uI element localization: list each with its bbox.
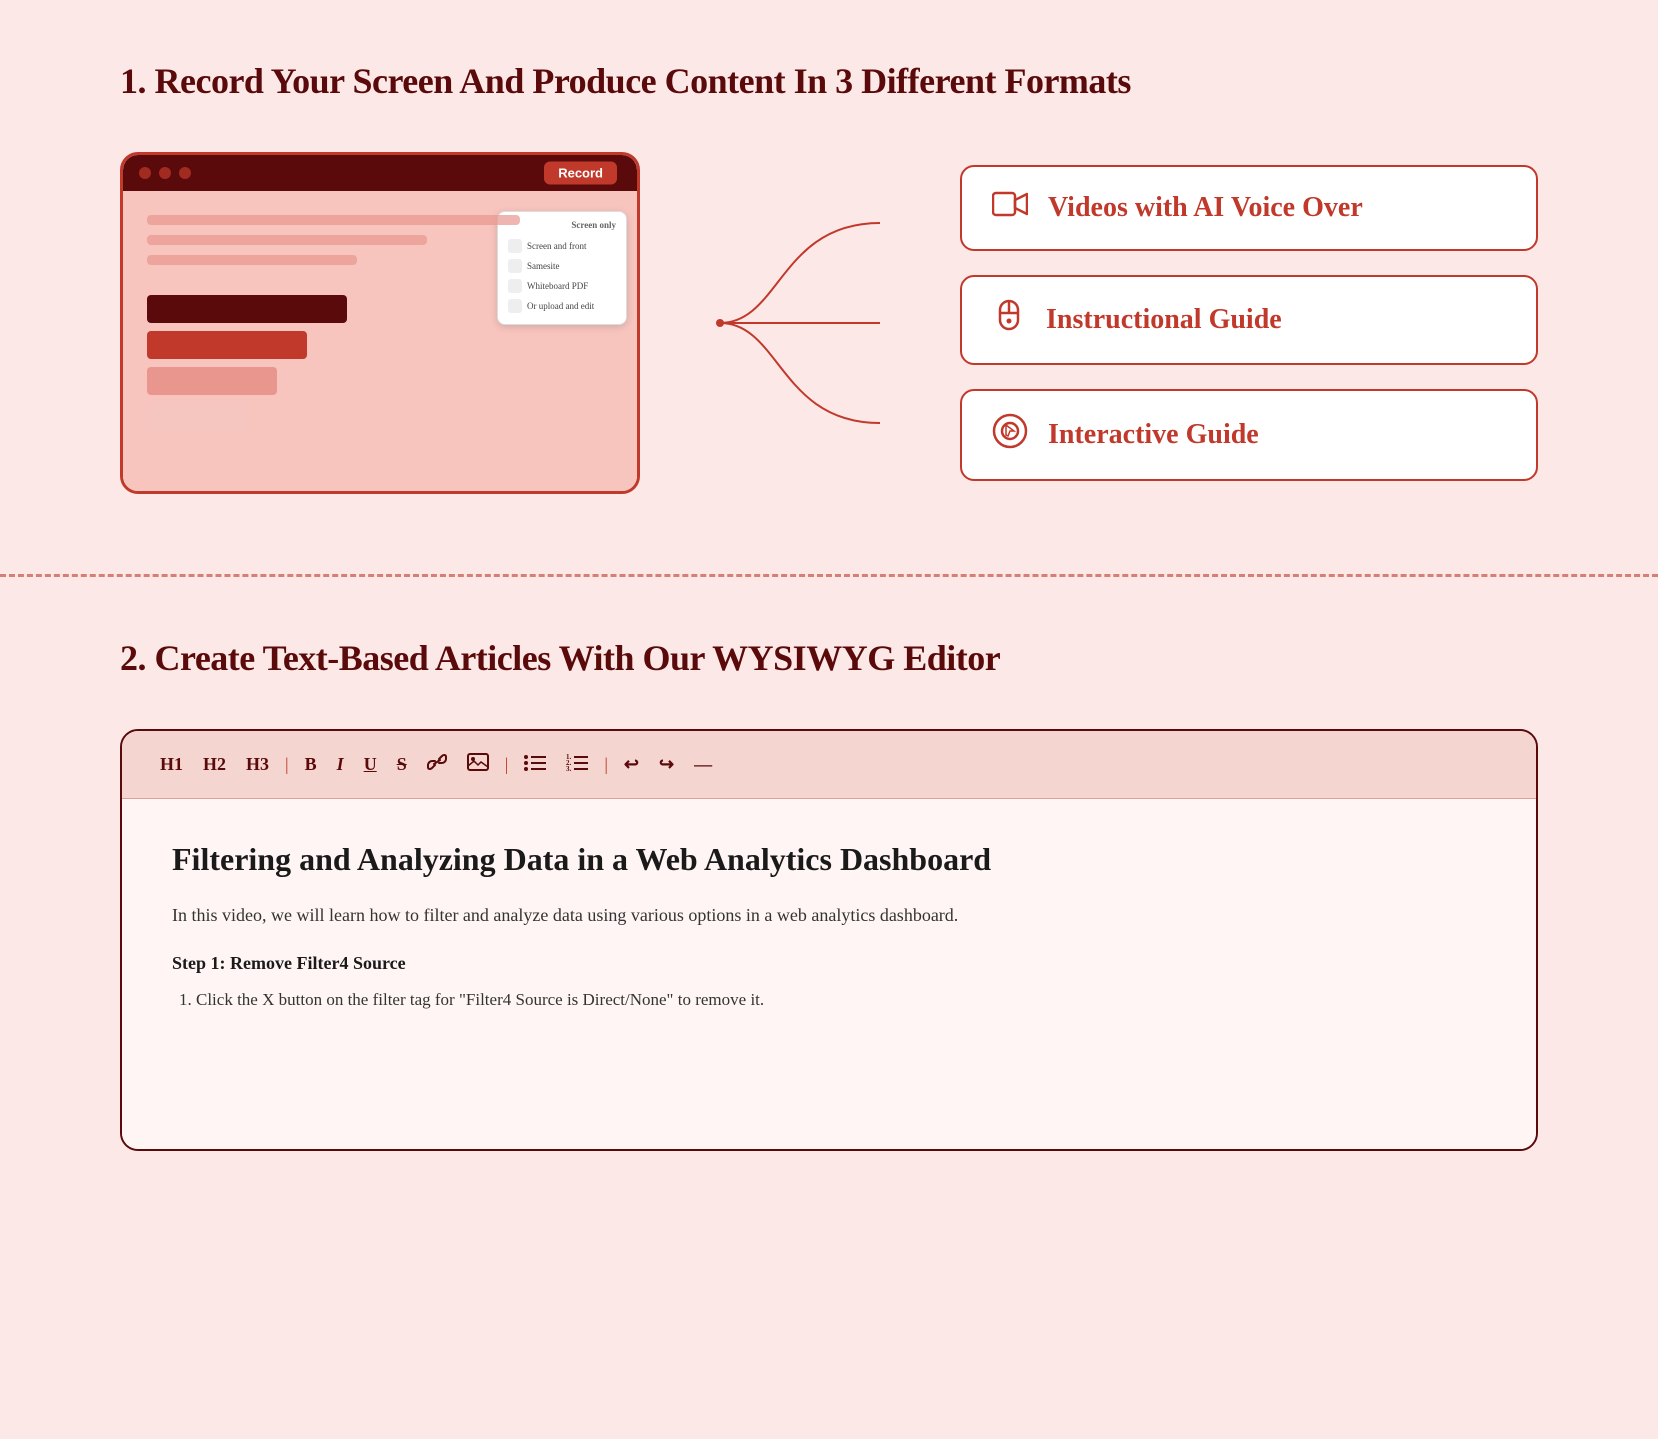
screen-dot-1 [139,167,151,179]
article-step1-title: Step 1: Remove Filter4 Source [172,953,1486,974]
dropdown-icon-3 [508,279,522,293]
toolbar-sep-1: | [285,754,289,775]
article-step1-list: Click the X button on the filter tag for… [172,986,1486,1013]
bar-dark [147,295,347,323]
output-card-videos: Videos with AI Voice Over [960,165,1538,251]
screen-line-2 [147,235,427,245]
toolbar-strikethrough[interactable]: S [389,750,415,779]
screen-dot-3 [179,167,191,179]
article-title: Filtering and Analyzing Data in a Web An… [172,839,1486,881]
instructional-label: Instructional Guide [1046,304,1282,336]
toolbar-hr[interactable]: — [686,750,720,779]
toolbar-italic[interactable]: I [329,750,352,779]
screen-dot-2 [159,167,171,179]
dropdown-item-4: Or upload and edit [508,296,616,316]
toolbar-sep-2: | [505,754,509,775]
section1-title: 1. Record Your Screen And Produce Conten… [120,60,1538,102]
toolbar-image[interactable] [459,749,497,780]
dropdown-item-3: Whiteboard PDF [508,276,616,296]
dropdown-label-4: Or upload and edit [527,301,594,311]
dropdown-label-2: Samesite [527,261,560,271]
videos-label: Videos with AI Voice Over [1048,192,1363,224]
dropdown-label-3: Whiteboard PDF [527,281,588,291]
bar-row-2 [147,331,613,359]
toolbar-h1[interactable]: H1 [152,750,191,779]
dropdown-label-1: Screen and front [527,241,586,251]
screen-top-bar: Record [123,155,637,191]
toolbar-h2[interactable]: H2 [195,750,234,779]
bar-row-4 [147,403,613,431]
screen-body: Screen only Screen and front Samesite Wh… [123,191,637,491]
connector-area [720,173,880,473]
section1: 1. Record Your Screen And Produce Conten… [0,0,1658,534]
editor-container: H1 H2 H3 | B I U S | [120,729,1538,1151]
screen-illustration: Record Screen only Screen and front Same… [120,152,640,494]
output-cards: Videos with AI Voice Over Instructional … [960,165,1538,481]
toolbar-underline[interactable]: U [356,750,385,779]
section1-content-area: Record Screen only Screen and front Same… [120,152,1538,494]
dropdown-item-1: Screen and front [508,236,616,256]
toolbar-link[interactable] [419,749,455,780]
article-intro: In this video, we will learn how to filt… [172,901,1486,930]
connector-svg [720,173,880,473]
screen-dropdown: Screen only Screen and front Samesite Wh… [497,211,627,325]
output-card-interactive: Interactive Guide [960,389,1538,481]
dropdown-header: Screen only [508,220,616,230]
svg-text:3.: 3. [566,765,572,771]
toolbar-bold[interactable]: B [297,750,325,779]
bar-red [147,331,307,359]
screen-line-1 [147,215,520,225]
toolbar-ul[interactable] [516,749,554,780]
toolbar-h3[interactable]: H3 [238,750,277,779]
bar-pale [147,403,247,431]
dropdown-item-2: Samesite [508,256,616,276]
toolbar-sep-3: | [604,754,608,775]
interactive-label: Interactive Guide [1048,419,1259,451]
record-button[interactable]: Record [544,162,617,185]
video-icon [992,189,1028,227]
toolbar-undo[interactable]: ↩ [616,750,647,779]
editor-toolbar: H1 H2 H3 | B I U S | [122,731,1536,799]
editor-content[interactable]: Filtering and Analyzing Data in a Web An… [122,799,1536,1149]
toolbar-ol[interactable]: 1. 2. 3. [558,749,596,780]
section2: 2. Create Text-Based Articles With Our W… [0,617,1658,1211]
screen-line-3 [147,255,357,265]
mouse-icon [992,299,1026,341]
dropdown-icon-4 [508,299,522,313]
section2-title: 2. Create Text-Based Articles With Our W… [120,637,1538,679]
dropdown-icon-1 [508,239,522,253]
cursor-icon [992,413,1028,457]
bar-light-red [147,367,277,395]
article-list-item-1: Click the X button on the filter tag for… [196,986,1486,1013]
output-card-instructional: Instructional Guide [960,275,1538,365]
toolbar-redo[interactable]: ↪ [651,750,682,779]
dropdown-icon-2 [508,259,522,273]
bar-row-3 [147,367,613,395]
section-divider [0,574,1658,577]
